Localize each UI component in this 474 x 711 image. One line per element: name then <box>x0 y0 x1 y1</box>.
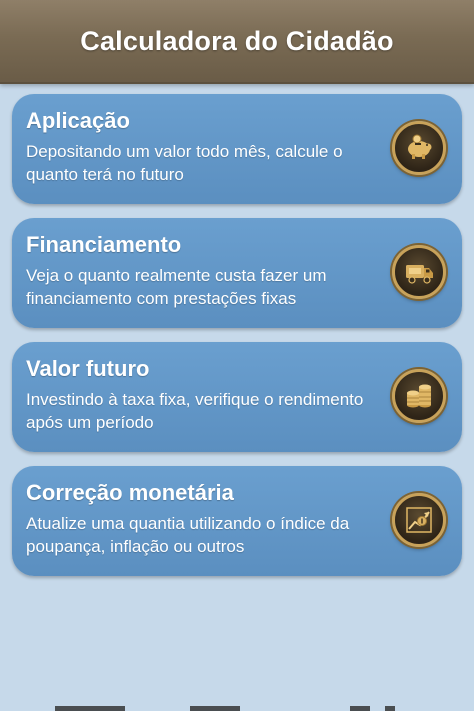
card-title: Aplicação <box>26 108 130 133</box>
piggy-bank-icon <box>392 121 446 175</box>
card-title: Financiamento <box>26 232 182 257</box>
card-description: Atualize uma quantia utilizando o índice… <box>26 514 350 556</box>
card-description: Depositando um valor todo mês, calcule o… <box>26 142 343 184</box>
app-title: Calculadora do Cidadão <box>80 25 394 56</box>
app-header: Calculadora do Cidadão <box>0 0 474 84</box>
card-title: Correção monetária <box>26 480 234 505</box>
card-correcao-monetaria[interactable]: Correção monetária Atualize uma quantia … <box>12 466 462 576</box>
card-title: Valor futuro <box>26 356 150 381</box>
card-valor-futuro[interactable]: Valor futuro Investindo à taxa fixa, ver… <box>12 342 462 452</box>
card-aplicacao[interactable]: Aplicação Depositando um valor todo mês,… <box>12 94 462 204</box>
coins-icon <box>392 369 446 423</box>
card-description: Veja o quanto realmente custa fazer um f… <box>26 266 327 308</box>
card-description: Investindo à taxa fixa, verifique o rend… <box>26 390 364 432</box>
card-financiamento[interactable]: Financiamento Veja o quanto realmente cu… <box>12 218 462 328</box>
chart-growth-icon <box>392 493 446 547</box>
bottom-edge-decoration <box>0 703 474 711</box>
truck-icon <box>392 245 446 299</box>
